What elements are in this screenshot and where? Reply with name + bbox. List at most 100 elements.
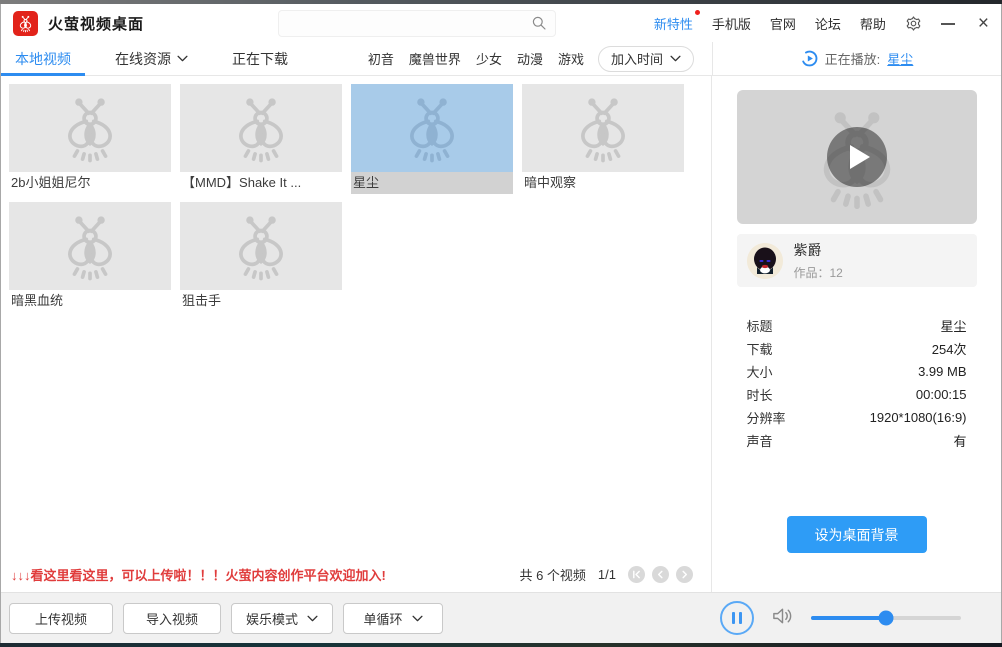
- nav-main: 本地视频 在线资源 正在下载 初音 魔兽世界 少女 动漫 游戏 加入时间: [1, 42, 712, 76]
- author-info: 紫爵 作品：12: [794, 240, 843, 281]
- close-button[interactable]: ×: [978, 14, 989, 33]
- category-links: 初音 魔兽世界 少女 动漫 游戏: [368, 49, 584, 68]
- settings-gear-icon[interactable]: [905, 15, 922, 32]
- video-card[interactable]: 狙击手: [180, 202, 342, 312]
- next-page-button[interactable]: [676, 565, 693, 583]
- video-card[interactable]: 暗黑血统: [9, 202, 171, 312]
- video-card[interactable]: 星尘: [351, 84, 513, 194]
- minimize-button[interactable]: [940, 23, 955, 25]
- video-thumbnail[interactable]: [180, 202, 342, 290]
- firefly-placeholder-icon: [53, 209, 127, 283]
- category-game[interactable]: 游戏: [558, 49, 584, 68]
- link-official-site[interactable]: 官网: [770, 14, 796, 33]
- chevron-down-icon: [307, 615, 318, 622]
- category-girl[interactable]: 少女: [476, 49, 502, 68]
- video-thumbnail[interactable]: [180, 84, 342, 172]
- video-thumbnail[interactable]: [9, 202, 171, 290]
- content-area: 2b小姐姐尼尔 【MMD】Shake It ... 星尘 暗中观察 暗黑血统 狙…: [1, 76, 1001, 592]
- play-button[interactable]: [826, 127, 887, 187]
- header-links: 新特性 手机版 官网 论坛 帮助 ×: [654, 9, 989, 33]
- link-new-features[interactable]: 新特性: [654, 9, 700, 33]
- firefly-placeholder-icon: [395, 91, 469, 165]
- video-title: 【MMD】Shake It ...: [182, 175, 302, 190]
- detail-row-sound: 声音 有: [746, 434, 967, 449]
- chevron-down-icon: [412, 615, 423, 622]
- volume-slider-fill: [811, 616, 886, 620]
- app-logo-icon: [13, 10, 38, 36]
- playing-status-icon: [801, 50, 818, 67]
- author-avatar: [746, 242, 783, 279]
- play-triangle-icon: [849, 145, 870, 169]
- desktop-edge-bottom: [0, 643, 1002, 647]
- firefly-placeholder-icon: [53, 91, 127, 165]
- title-bar: 火萤视频桌面 新特性 手机版 官网 论坛 帮助 ×: [1, 4, 1001, 42]
- link-forum[interactable]: 论坛: [815, 14, 841, 33]
- volume-icon[interactable]: [771, 606, 794, 631]
- tab-online-resources[interactable]: 在线资源: [101, 42, 202, 75]
- detail-row-size: 大小 3.99 MB: [746, 364, 967, 380]
- chevron-down-icon: [670, 55, 681, 62]
- set-wallpaper-button[interactable]: 设为桌面背景: [786, 516, 927, 553]
- firefly-placeholder-icon: [566, 91, 640, 165]
- pager: [628, 565, 693, 583]
- announcement-text[interactable]: ↓↓↓看这里看这里，可以上传啦！！！火萤内容创作平台欢迎加入!: [11, 565, 386, 584]
- loop-dropdown[interactable]: 单循环: [343, 602, 443, 634]
- page-indicator: 1/1: [597, 566, 616, 582]
- firefly-placeholder-icon: [224, 91, 298, 165]
- import-video-button[interactable]: 导入视频: [123, 602, 221, 634]
- mode-dropdown[interactable]: 娱乐模式: [231, 602, 333, 634]
- sort-dropdown[interactable]: 加入时间: [597, 45, 694, 72]
- video-card[interactable]: 暗中观察: [522, 84, 684, 194]
- category-warcraft[interactable]: 魔兽世界: [409, 49, 461, 68]
- video-thumbnail[interactable]: [522, 84, 684, 172]
- pause-bar-icon: [732, 612, 735, 624]
- detail-row-resolution: 分辨率 1920*1080(16:9): [746, 410, 967, 426]
- video-card[interactable]: 【MMD】Shake It ...: [180, 84, 342, 194]
- main-panel: 2b小姐姐尼尔 【MMD】Shake It ... 星尘 暗中观察 暗黑血统 狙…: [1, 76, 712, 592]
- player-sidebar: 紫爵 作品：12 标题 星尘 下载 254次 大小 3.99 MB 时长 00:…: [712, 76, 1001, 592]
- player-controls: [720, 601, 993, 635]
- video-title: 2b小姐姐尼尔: [11, 175, 91, 190]
- volume-slider-thumb[interactable]: [878, 610, 894, 626]
- video-title: 狙击手: [182, 293, 222, 308]
- now-playing-title-link[interactable]: 星尘: [887, 49, 913, 68]
- detail-row-title: 标题 星尘: [746, 319, 967, 334]
- video-card[interactable]: 2b小姐姐尼尔: [9, 84, 171, 194]
- new-features-badge-dot: [694, 9, 700, 15]
- first-page-button[interactable]: [628, 565, 645, 583]
- chevron-down-icon: [177, 55, 188, 62]
- now-playing-label: 正在播放:: [824, 52, 881, 67]
- category-chuyin[interactable]: 初音: [368, 49, 394, 68]
- tab-local-videos[interactable]: 本地视频: [1, 42, 85, 76]
- firefly-placeholder-icon: [224, 209, 298, 283]
- volume-slider[interactable]: [811, 610, 961, 626]
- video-count: 共 6 个视频: [519, 567, 586, 583]
- video-thumbnail[interactable]: [9, 84, 171, 172]
- video-thumbnail[interactable]: [351, 84, 513, 172]
- video-details: 标题 星尘 下载 254次 大小 3.99 MB 时长 00:00:15 分辨率: [747, 314, 967, 452]
- app-window: 火萤视频桌面 新特性 手机版 官网 论坛 帮助 × 本地视频 在线资源 正在下载…: [0, 4, 1002, 643]
- search-box[interactable]: [278, 9, 557, 37]
- link-help[interactable]: 帮助: [860, 14, 886, 33]
- main-footer: ↓↓↓看这里看这里，可以上传啦！！！火萤内容创作平台欢迎加入! 共 6 个视频 …: [1, 556, 711, 592]
- video-grid: 2b小姐姐尼尔 【MMD】Shake It ... 星尘 暗中观察 暗黑血统 狙…: [1, 76, 711, 556]
- bottom-toolbar: 上传视频 导入视频 娱乐模式 单循环: [1, 592, 1001, 643]
- video-title: 暗黑血统: [11, 293, 64, 308]
- video-title: 星尘: [351, 172, 513, 194]
- category-anime[interactable]: 动漫: [517, 49, 543, 68]
- link-mobile-version[interactable]: 手机版: [712, 14, 751, 33]
- tab-downloading[interactable]: 正在下载: [218, 42, 302, 75]
- app-title: 火萤视频桌面: [48, 15, 145, 33]
- now-playing-bar: 正在播放: 星尘: [712, 42, 1001, 75]
- detail-row-downloads: 下载 254次: [746, 342, 967, 357]
- search-icon[interactable]: [531, 15, 547, 31]
- author-name: 紫爵: [793, 242, 822, 258]
- author-card[interactable]: 紫爵 作品：12: [736, 234, 977, 287]
- pause-bar-icon: [739, 612, 742, 624]
- author-works-count: 作品：12: [793, 266, 843, 280]
- upload-video-button[interactable]: 上传视频: [9, 602, 113, 634]
- prev-page-button[interactable]: [652, 565, 669, 583]
- pause-button[interactable]: [720, 601, 754, 635]
- search-input[interactable]: [287, 15, 532, 31]
- detail-row-duration: 时长 00:00:15: [746, 387, 967, 403]
